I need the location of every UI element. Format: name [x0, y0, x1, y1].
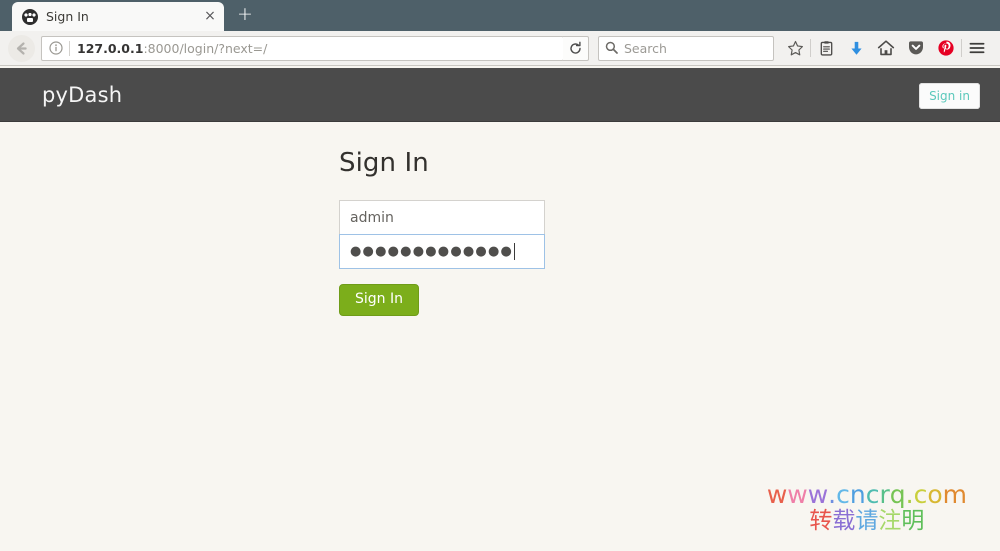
app-navbar: pyDash Sign in [0, 68, 1000, 122]
home-icon[interactable] [871, 34, 901, 62]
dashboard-gauge-icon [22, 8, 38, 25]
login-content: Sign In admin ●●●●●●●●●●●●● Sign In [0, 122, 1000, 317]
navbar-right: Sign in [919, 83, 980, 109]
back-button[interactable] [8, 34, 35, 62]
pinterest-icon[interactable] [931, 34, 961, 62]
web-page: pyDash Sign in Sign In admin ●●●●●●●●●●●… [0, 68, 1000, 551]
password-input[interactable]: ●●●●●●●●●●●●● [339, 234, 545, 269]
watermark-line-2: 转载请注明 [809, 507, 925, 534]
search-icon [605, 39, 618, 58]
library-icon[interactable] [811, 34, 841, 62]
app-brand[interactable]: pyDash [42, 83, 122, 107]
close-icon[interactable]: × [202, 9, 218, 25]
new-tab-button[interactable]: + [234, 4, 256, 26]
url-path: :8000/login/?next=/ [143, 40, 268, 56]
url-text: 127.0.0.1:8000/login/?next=/ [77, 41, 561, 56]
address-bar[interactable]: 127.0.0.1:8000/login/?next=/ [41, 35, 564, 61]
page-title: Sign In [339, 148, 429, 178]
signin-submit-button[interactable]: Sign In [339, 284, 419, 317]
search-bar[interactable]: Search [598, 35, 774, 61]
download-icon[interactable] [841, 34, 871, 62]
submit-row: Sign In [339, 269, 545, 317]
watermark-line-1: www.cncrq.com [766, 479, 967, 509]
username-input[interactable]: admin [339, 200, 545, 235]
navbar-signin-button[interactable]: Sign in [919, 83, 980, 109]
login-form: admin ●●●●●●●●●●●●● Sign In [339, 200, 545, 317]
password-value: ●●●●●●●●●●●●● [350, 244, 514, 259]
browser-tab[interactable]: Sign In × [12, 2, 224, 31]
info-icon[interactable] [48, 40, 64, 56]
browser-window: Sign In × + 127.0.0.1:8000/login/?next=/ [0, 0, 1000, 551]
text-caret [514, 243, 516, 260]
url-host: 127.0.0.1 [77, 40, 144, 56]
search-input[interactable]: Search [624, 41, 667, 56]
watermark: www.cncrq.com 转载请注明 [766, 479, 967, 534]
username-value: admin [350, 209, 394, 226]
address-bar-divider [69, 40, 70, 56]
browser-toolbar: 127.0.0.1:8000/login/?next=/ Search [0, 31, 1000, 66]
tab-title: Sign In [46, 9, 89, 24]
star-icon[interactable] [780, 34, 810, 62]
toolbar-icons [780, 34, 992, 62]
browser-tab-bar: Sign In × + [0, 0, 1000, 31]
reload-button[interactable] [563, 35, 589, 61]
hamburger-menu-icon[interactable] [962, 34, 992, 62]
pocket-icon[interactable] [901, 34, 931, 62]
